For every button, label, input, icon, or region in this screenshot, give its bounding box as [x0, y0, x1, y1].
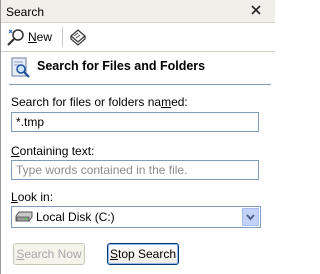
close-icon[interactable] — [248, 2, 264, 18]
chevron-down-icon[interactable] — [242, 208, 259, 226]
header-underline — [9, 84, 271, 85]
look-in-value: Local Disk (C:) — [36, 210, 115, 224]
search-magnifier-icon — [11, 57, 31, 82]
filename-label: Search for files or folders named: — [11, 95, 188, 109]
containing-text-label: Containing text: — [11, 144, 95, 158]
new-label: ew — [36, 30, 53, 44]
stop-search-button[interactable]: Stop Search — [107, 243, 179, 265]
look-in-select[interactable]: Local Disk (C:) — [11, 206, 261, 228]
page-title: Search for Files and Folders — [37, 59, 206, 73]
search-now-button[interactable]: Search Now — [13, 243, 85, 265]
new-search-button[interactable]: New — [4, 26, 56, 48]
containing-text-input[interactable]: Type words contained in the file. — [11, 160, 259, 180]
pane-title: Search — [6, 5, 45, 19]
section-header: Search for Files and Folders — [1, 52, 275, 82]
toolbar-separator — [62, 27, 63, 47]
toolbar: New — [1, 23, 275, 51]
search-pane: Search New Search for Files and Folders … — [0, 0, 275, 274]
new-search-icon — [6, 28, 26, 49]
help-book-icon — [68, 29, 88, 50]
hard-drive-icon — [15, 211, 33, 226]
title-bar: Search — [1, 0, 275, 23]
help-button[interactable] — [68, 27, 90, 47]
new-accel: N — [28, 30, 37, 44]
look-in-label: Look in: — [11, 190, 54, 204]
filename-input[interactable]: *.tmp — [11, 112, 259, 132]
